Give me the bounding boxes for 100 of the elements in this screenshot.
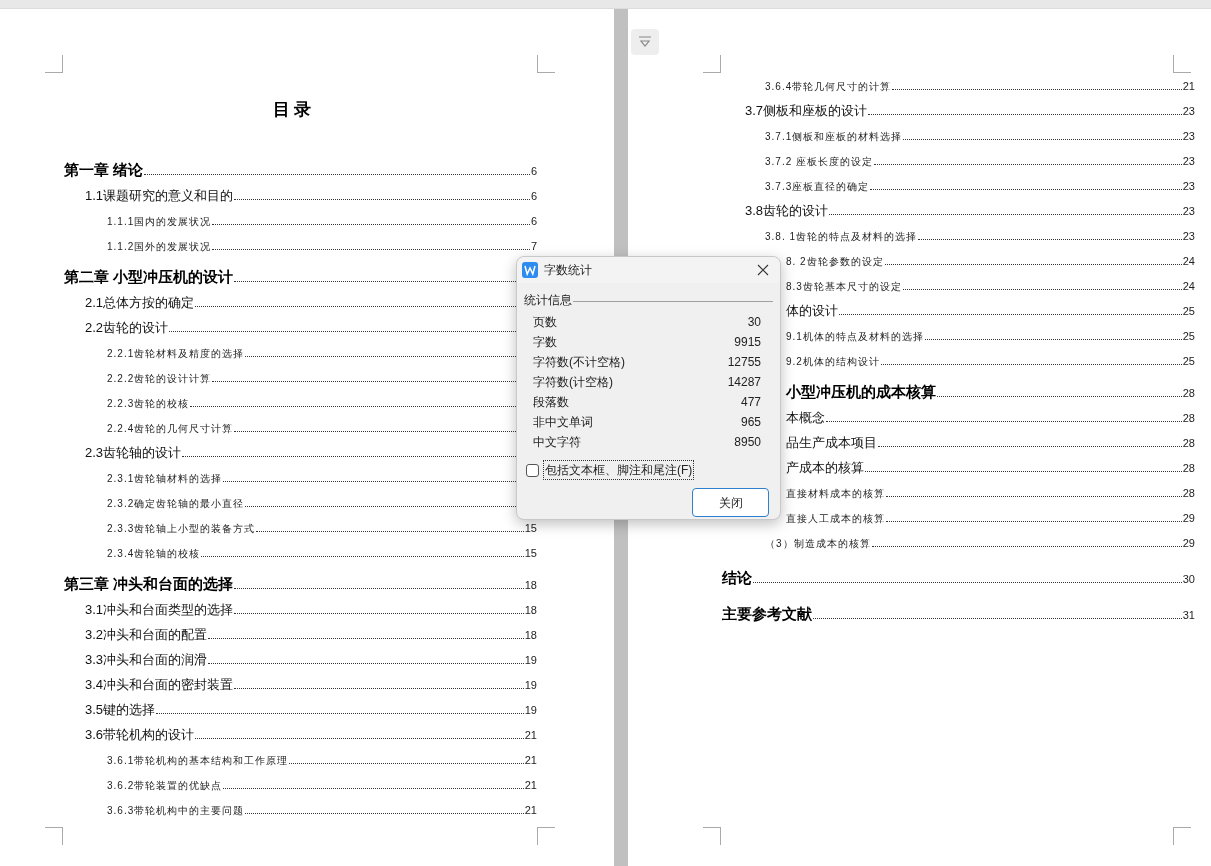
corner-mark xyxy=(1173,55,1191,73)
checkbox-label[interactable]: 包括文本框、脚注和尾注(F) xyxy=(543,460,695,480)
page-number: 21 xyxy=(524,729,537,741)
toc-entry[interactable]: 2.2齿轮的设计 xyxy=(85,320,169,334)
toc-entry[interactable]: 2.1总体方按的确定 xyxy=(85,295,195,309)
toc-entry[interactable]: 3.3冲头和台面的润滑 xyxy=(85,652,208,666)
page-number: 28 xyxy=(1182,438,1195,449)
corner-mark xyxy=(537,55,555,73)
page-number: 28 xyxy=(1182,388,1195,399)
toc-entry[interactable]: 1.1.2国外的发展状况 xyxy=(107,241,212,252)
page-number: 21 xyxy=(1182,81,1195,92)
toc-entry[interactable]: 3.8齿轮的设计 xyxy=(745,204,829,217)
page-number: 18 xyxy=(524,629,537,641)
stat-value: 965 xyxy=(740,414,761,431)
toc-entry[interactable]: 第二章 小型冲压机的设计 xyxy=(64,268,234,284)
dialog-title: 字数统计 xyxy=(544,262,593,279)
stat-label: 段落数 xyxy=(533,394,569,411)
navigation-toggle-button[interactable] xyxy=(631,29,659,55)
stat-label: 页数 xyxy=(533,314,557,331)
toc-entry[interactable]: 第一章 绪论 xyxy=(64,161,144,177)
page-number: 25 xyxy=(1182,356,1195,367)
toc-entry[interactable]: 3.6.1带轮机构的基本结构和工作原理 xyxy=(107,755,289,766)
page-number: 6 xyxy=(530,165,537,177)
stat-value: 9915 xyxy=(734,334,761,351)
stat-label: 字符数(不计空格) xyxy=(533,354,625,371)
page-number: 31 xyxy=(1182,610,1195,621)
toc-entry[interactable]: 3.8. 1齿轮的特点及材料的选择 xyxy=(765,232,918,242)
toc-entry[interactable]: 2.2.4齿轮的几何尺寸计算 xyxy=(107,423,234,434)
checkbox[interactable] xyxy=(526,463,539,477)
toc-entry[interactable]: 2.2.2齿轮的设计计算 xyxy=(107,373,212,384)
group-label: 统计信息 xyxy=(524,292,572,309)
toc-entry[interactable]: 品生产成本项目 xyxy=(786,436,877,449)
toc-entry[interactable]: 3.1冲头和台面类型的选择 xyxy=(85,602,234,616)
toc-entry[interactable]: 9.2机体的结构设计 xyxy=(786,357,880,367)
toc-entry[interactable]: 1.1.1国内的发展状况 xyxy=(107,216,212,227)
corner-mark xyxy=(1173,827,1191,845)
toc-entry[interactable]: 3.7.2 座板长度的设定 xyxy=(765,157,874,167)
toc-entry[interactable]: 2.3.4齿轮轴的校核 xyxy=(107,548,201,559)
toc-entry[interactable]: 3.7.3座板直径的确定 xyxy=(765,182,870,192)
page-number: 6 xyxy=(530,190,537,202)
page-number: 7 xyxy=(530,240,537,252)
toc-entry[interactable]: 小型冲压机的成本核算 xyxy=(786,384,936,399)
toc-entry[interactable]: 结论 xyxy=(722,570,752,585)
page-number: 28 xyxy=(1182,413,1195,424)
stat-value: 8950 xyxy=(734,434,761,451)
toc-entry[interactable]: 8. 2齿轮参数的设定 xyxy=(786,257,884,267)
page-number: 23 xyxy=(1182,181,1195,192)
toc-entry[interactable]: 3.6.3带轮机构中的主要问题 xyxy=(107,805,245,816)
page-number: 19 xyxy=(524,704,537,716)
toc-entry[interactable]: 直接材料成本的核算 xyxy=(786,489,885,499)
toc-entry[interactable]: 直接人工成本的核算 xyxy=(786,514,885,524)
toc-entry[interactable]: 3.7.1侧板和座板的材料选择 xyxy=(765,132,903,142)
page-number: 29 xyxy=(1182,538,1195,549)
toc-entry[interactable]: 3.6带轮机构的设计 xyxy=(85,727,195,741)
toc-entry[interactable]: 3.2冲头和台面的配置 xyxy=(85,627,208,641)
toc-entry[interactable]: 8.3齿轮基本尺寸的设定 xyxy=(786,282,902,292)
page-number: 23 xyxy=(1182,106,1195,117)
stat-label: 中文字符 xyxy=(533,434,581,451)
toc-entry[interactable]: 3.6.4带轮几何尺寸的计算 xyxy=(765,82,892,92)
toc-entry[interactable]: 2.2.3齿轮的校核 xyxy=(107,398,190,409)
toc-entry[interactable]: 3.5键的选择 xyxy=(85,702,156,716)
toc-entry[interactable]: （3）制造成本的核算 xyxy=(765,539,871,549)
page-number: 29 xyxy=(1182,513,1195,524)
toc-entry[interactable]: 9.1机体的特点及材料的选择 xyxy=(786,332,924,342)
stat-label: 字数 xyxy=(533,334,557,351)
page-number: 23 xyxy=(1182,156,1195,167)
corner-mark xyxy=(703,827,721,845)
corner-mark xyxy=(45,55,63,73)
page-number: 25 xyxy=(1182,331,1195,342)
toc-entry[interactable]: 产成本的核算 xyxy=(786,461,864,474)
page-number: 28 xyxy=(1182,488,1195,499)
close-dialog-button[interactable]: 关闭 xyxy=(692,488,769,517)
toc-entry[interactable]: 2.3.1齿轮轴材料的选择 xyxy=(107,473,223,484)
corner-mark xyxy=(703,55,721,73)
stat-label: 非中文单词 xyxy=(533,414,593,431)
page-number: 23 xyxy=(1182,231,1195,242)
toc-entry[interactable]: 3.7侧板和座板的设计 xyxy=(745,104,868,117)
page-number: 19 xyxy=(524,654,537,666)
page-number: 25 xyxy=(1182,306,1195,317)
toc-entry[interactable]: 主要参考文献 xyxy=(722,606,812,621)
toc-entry[interactable]: 2.3.2确定齿轮轴的最小直径 xyxy=(107,498,245,509)
page-number: 21 xyxy=(524,804,537,816)
page-number: 24 xyxy=(1182,281,1195,292)
toc-entry[interactable]: 体的设计 xyxy=(786,304,838,317)
toc-entry[interactable]: 本概念 xyxy=(786,411,825,424)
toc-title: 目 录 xyxy=(272,99,312,121)
page-number: 21 xyxy=(524,779,537,791)
page-number: 23 xyxy=(1182,206,1195,217)
toc-entry[interactable]: 2.2.1齿轮材料及精度的选择 xyxy=(107,348,245,359)
toc-entry[interactable]: 1.1课题研究的意义和目的 xyxy=(85,188,234,202)
toc-entry[interactable]: 2.3.3齿轮轴上小型的装备方式 xyxy=(107,523,256,534)
page-number: 30 xyxy=(1182,574,1195,585)
toc-entry[interactable]: 3.4冲头和台面的密封装置 xyxy=(85,677,234,691)
toc-entry[interactable]: 第三章 冲头和台面的选择 xyxy=(64,575,234,591)
page-number: 24 xyxy=(1182,256,1195,267)
collapse-icon xyxy=(638,36,652,48)
toc-entry[interactable]: 3.6.2带轮装置的优缺点 xyxy=(107,780,223,791)
toc-entry[interactable]: 2.3齿轮轴的设计 xyxy=(85,445,182,459)
stat-label: 字符数(计空格) xyxy=(533,374,613,391)
stat-value: 14287 xyxy=(727,374,761,391)
